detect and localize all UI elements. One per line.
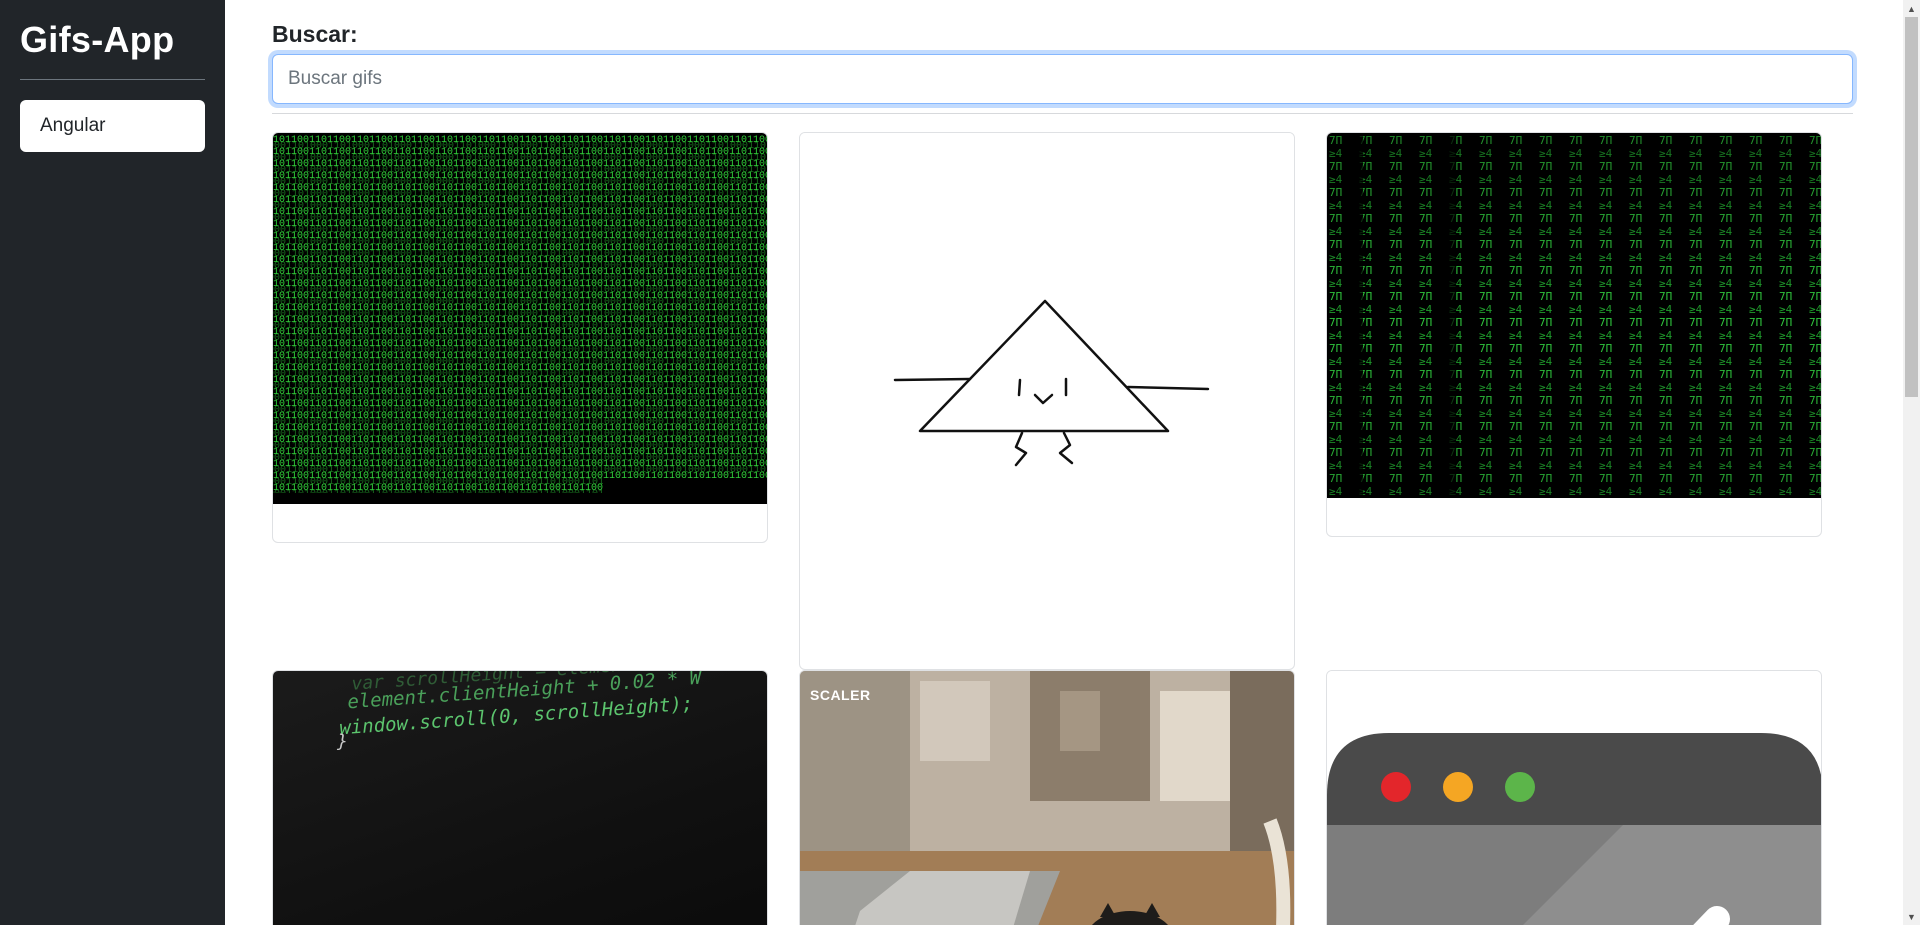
search-separator: [272, 113, 1853, 114]
sidebar: Gifs-App Angular: [0, 0, 225, 925]
cat-laptop-gif: SCALER: [800, 671, 1294, 925]
scroll-up-arrow-icon[interactable]: ▲: [1903, 0, 1920, 17]
gif-card[interactable]: SCALER: [799, 670, 1295, 925]
cat-scene: [800, 671, 1294, 925]
app-brand: Gifs-App: [20, 19, 175, 60]
history-item-angular[interactable]: Angular: [20, 100, 205, 152]
page-scrollbar[interactable]: ▲ ▼: [1903, 0, 1920, 925]
browser-window-gif: [1327, 671, 1821, 925]
window-dot-red: [1381, 772, 1411, 802]
browser-illustration: [1327, 733, 1821, 925]
main-content: Buscar: 10110010 01101001: [225, 0, 1920, 925]
gif-card[interactable]: 7Π ≥4: [1326, 132, 1822, 537]
gif-caption: [1327, 498, 1821, 536]
sidebar-divider: [20, 79, 205, 80]
binary-matrix-gif: 10110010 01101001: [273, 133, 767, 504]
gif-card[interactable]: var scrollHeight = element.scrollHeight …: [272, 670, 768, 925]
gif-caption: [800, 630, 1294, 669]
triangle-character-gif: [800, 133, 1294, 630]
app-root: Gifs-App Angular Buscar: 10110010 01101: [0, 0, 1920, 925]
code-line: }: [337, 731, 348, 752]
gif-card[interactable]: 10110010 01101001: [272, 132, 768, 543]
gif-caption: [273, 504, 767, 542]
scroll-down-arrow-icon[interactable]: ▼: [1903, 908, 1920, 925]
gif-card[interactable]: [1326, 670, 1822, 925]
binary-pattern: 10110010 01101001: [273, 133, 767, 504]
scroll-thumb[interactable]: [1905, 17, 1918, 397]
watermark-text: SCALER: [810, 687, 871, 703]
scroll-code-gif: var scrollHeight = element.scrollHeight …: [273, 671, 767, 925]
gif-card[interactable]: [799, 132, 1295, 670]
matrix-rain-gif: 7Π ≥4: [1327, 133, 1821, 498]
search-label: Buscar:: [272, 21, 358, 47]
matrix-rain: 7Π ≥4: [1327, 133, 1821, 498]
triangle-drawing: [893, 299, 1210, 467]
search-input[interactable]: [272, 54, 1853, 104]
